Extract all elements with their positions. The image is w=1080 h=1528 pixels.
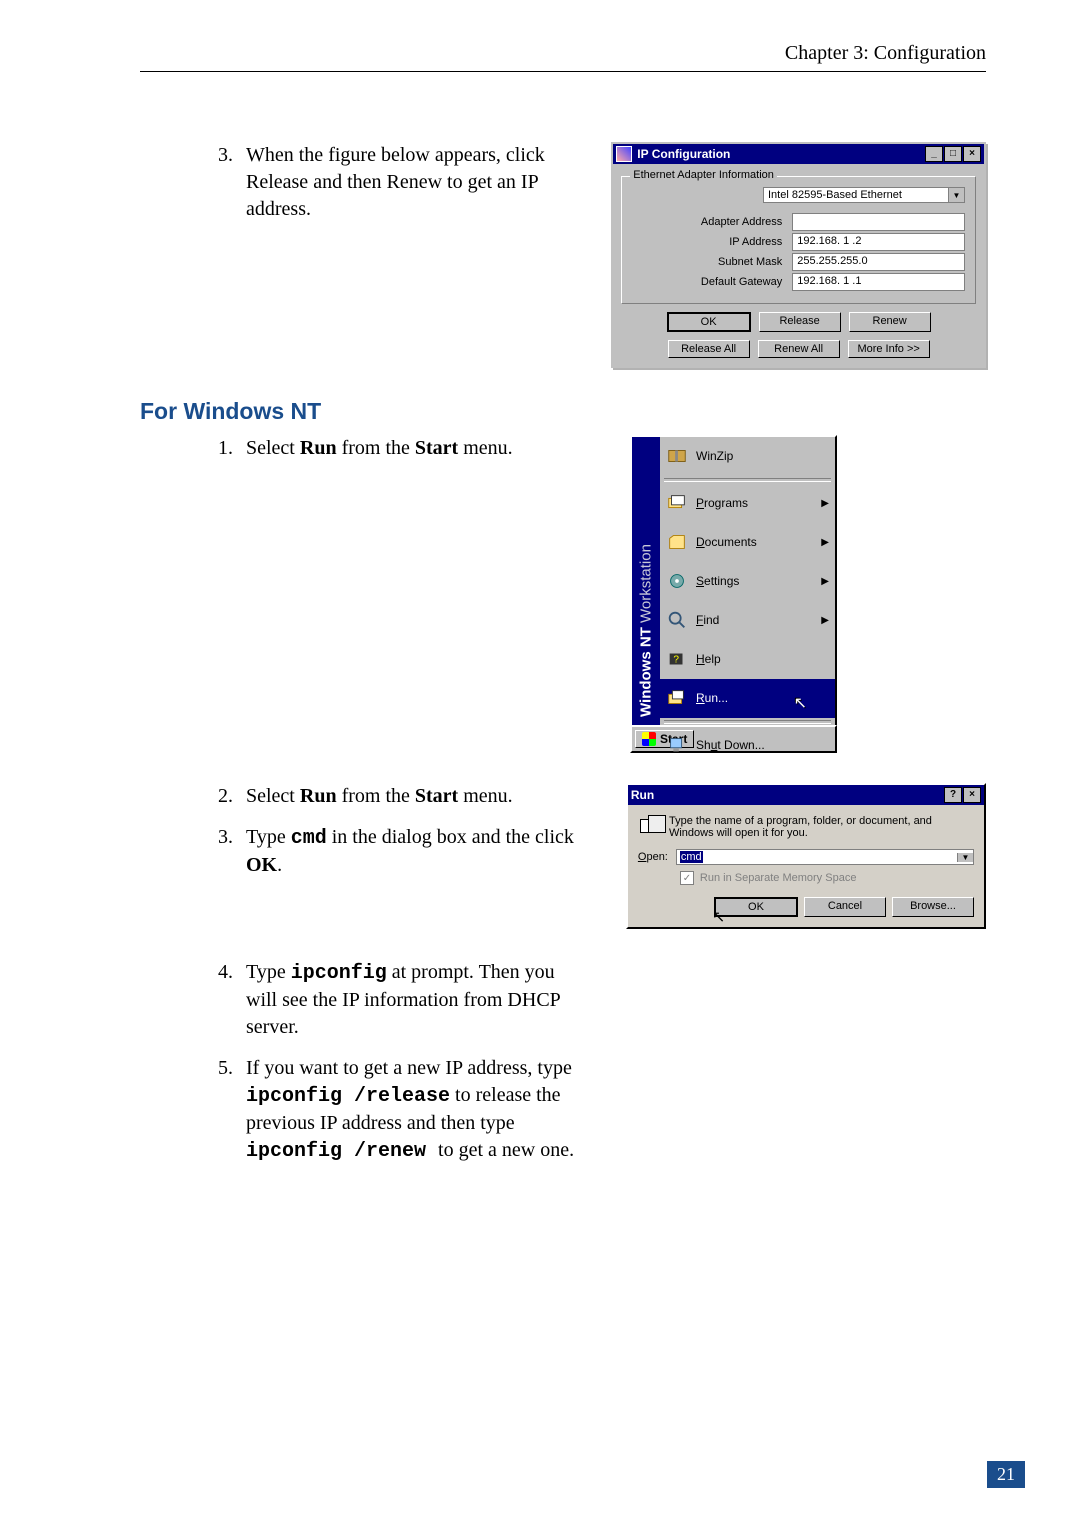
close-button[interactable]: × bbox=[963, 787, 981, 803]
value-subnet-mask: 255.255.255.0 bbox=[792, 253, 965, 271]
start-item-label: Help bbox=[696, 652, 721, 666]
start-item-help[interactable]: ? Help bbox=[660, 640, 835, 679]
start-item-label: Shut Down... bbox=[696, 738, 765, 752]
start-item-programs[interactable]: Programs ▶ bbox=[660, 484, 835, 523]
minimize-button[interactable]: _ bbox=[925, 146, 943, 162]
windows-flag-icon bbox=[642, 732, 656, 746]
window-title: Run bbox=[631, 788, 944, 802]
menu-divider bbox=[664, 478, 831, 482]
nt-step-4: Type ipconfig at prompt. Then you will s… bbox=[238, 959, 590, 1041]
open-label: Open: bbox=[638, 851, 668, 863]
ok-button[interactable]: OK bbox=[667, 312, 751, 332]
run-dialog-icon bbox=[638, 815, 659, 839]
start-item-find[interactable]: Find ▶ bbox=[660, 601, 835, 640]
svg-text:?: ? bbox=[673, 655, 679, 666]
cancel-button[interactable]: Cancel bbox=[804, 897, 886, 917]
help-button[interactable]: ? bbox=[944, 787, 962, 803]
step-3-top: When the figure below appears, click Rel… bbox=[238, 142, 571, 223]
start-item-label: Settings bbox=[696, 574, 739, 588]
renew-button[interactable]: Renew bbox=[849, 312, 931, 332]
winzip-icon bbox=[666, 445, 688, 467]
section-title-windows-nt: For Windows NT bbox=[140, 398, 986, 425]
run-icon bbox=[666, 687, 688, 709]
value-adapter-address bbox=[792, 213, 965, 231]
value-ip-address: 192.168. 1 .2 bbox=[792, 233, 965, 251]
start-item-winzip[interactable]: WinZip bbox=[660, 437, 835, 476]
start-item-shutdown[interactable]: Shut Down... bbox=[660, 726, 835, 765]
nt-step-5: If you want to get a new IP address, typ… bbox=[238, 1055, 590, 1165]
start-item-label: Programs bbox=[696, 496, 748, 510]
more-info-button[interactable]: More Info >> bbox=[848, 340, 930, 358]
start-item-run[interactable]: Run... ↖ bbox=[660, 679, 835, 718]
start-item-documents[interactable]: Documents ▶ bbox=[660, 523, 835, 562]
label-ip-address: IP Address bbox=[632, 236, 792, 248]
release-all-button[interactable]: Release All bbox=[668, 340, 750, 358]
start-menu: Windows NT Workstation WinZip Programs ▶ bbox=[630, 435, 837, 753]
help-icon: ? bbox=[666, 648, 688, 670]
page-content: Chapter 3: Configuration When the figure… bbox=[140, 42, 986, 1209]
separate-memory-checkbox[interactable]: ✓ Run in Separate Memory Space bbox=[680, 871, 974, 885]
chevron-right-icon: ▶ bbox=[821, 576, 829, 587]
renew-all-button[interactable]: Renew All bbox=[758, 340, 840, 358]
start-menu-sidebar: Windows NT Workstation bbox=[632, 437, 660, 725]
browse-button[interactable]: Browse... bbox=[892, 897, 974, 917]
nt-step-2: Select Run from the Start menu. bbox=[238, 783, 586, 810]
maximize-button[interactable]: □ bbox=[944, 146, 962, 162]
checkbox-label: Run in Separate Memory Space bbox=[700, 872, 857, 884]
programs-icon bbox=[666, 492, 688, 514]
start-item-label: WinZip bbox=[696, 449, 733, 463]
adapter-dropdown[interactable]: Intel 82595-Based Ethernet ▼ bbox=[763, 187, 965, 203]
menu-divider bbox=[664, 720, 831, 724]
chevron-right-icon: ▶ bbox=[821, 498, 829, 509]
label-subnet-mask: Subnet Mask bbox=[632, 256, 792, 268]
nt-step-1: Select Run from the Start menu. bbox=[238, 435, 590, 462]
nt-step-3: Type cmd in the dialog box and the click… bbox=[238, 824, 586, 879]
label-default-gateway: Default Gateway bbox=[632, 276, 792, 288]
start-item-label: Documents bbox=[696, 535, 757, 549]
start-item-label: Find bbox=[696, 613, 719, 627]
titlebar: Run ? × bbox=[628, 785, 984, 805]
start-item-label: Run... bbox=[696, 691, 728, 705]
checkbox-icon: ✓ bbox=[680, 871, 694, 885]
chevron-right-icon: ▶ bbox=[821, 615, 829, 626]
open-input[interactable]: cmd ▼ bbox=[676, 849, 974, 865]
start-item-settings[interactable]: Settings ▶ bbox=[660, 562, 835, 601]
cursor-icon: ↖ bbox=[794, 693, 807, 713]
chevron-right-icon: ▶ bbox=[821, 537, 829, 548]
chevron-down-icon: ▼ bbox=[957, 853, 973, 862]
settings-icon bbox=[666, 570, 688, 592]
ok-button[interactable]: OK bbox=[714, 897, 798, 917]
release-button[interactable]: Release bbox=[759, 312, 841, 332]
close-button[interactable]: × bbox=[963, 146, 981, 162]
open-input-value: cmd bbox=[680, 851, 703, 863]
page-number: 21 bbox=[987, 1461, 1025, 1488]
ip-configuration-window: IP Configuration _ □ × Ethernet Adapter … bbox=[611, 142, 986, 368]
group-legend: Ethernet Adapter Information bbox=[630, 169, 777, 181]
cursor-icon: ↖ bbox=[712, 907, 725, 927]
ethernet-adapter-group: Ethernet Adapter Information Intel 82595… bbox=[621, 176, 976, 304]
shutdown-icon bbox=[666, 734, 688, 756]
titlebar: IP Configuration _ □ × bbox=[613, 144, 984, 164]
run-dialog: Run ? × Type the name of a program, fold… bbox=[626, 783, 986, 929]
find-icon bbox=[666, 609, 688, 631]
window-title: IP Configuration bbox=[637, 147, 925, 161]
label-adapter-address: Adapter Address bbox=[632, 216, 792, 228]
documents-icon bbox=[666, 531, 688, 553]
run-description: Type the name of a program, folder, or d… bbox=[669, 815, 974, 839]
app-icon bbox=[616, 146, 632, 162]
value-default-gateway: 192.168. 1 .1 bbox=[792, 273, 965, 291]
chevron-down-icon: ▼ bbox=[948, 188, 964, 202]
chapter-title: Chapter 3: Configuration bbox=[140, 42, 986, 72]
adapter-dropdown-value: Intel 82595-Based Ethernet bbox=[764, 188, 948, 202]
